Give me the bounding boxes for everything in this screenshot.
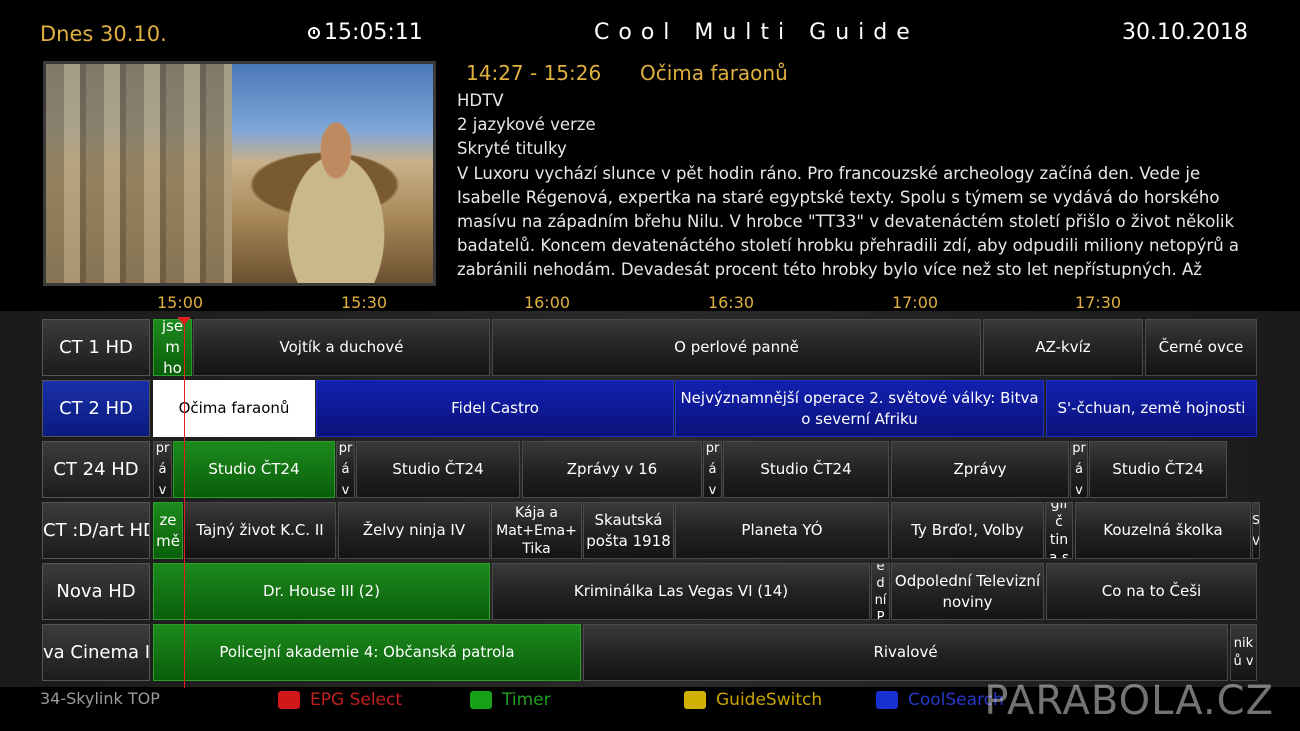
event-cell[interactable]: Ty Brďo!, Volby (891, 502, 1044, 559)
program-details: HDTV 2 jazykové verze Skryté titulky V L… (457, 89, 1257, 283)
timeline-tick: 16:00 (523, 293, 571, 312)
epg-grid: CT 1 HD jsem ho Vojtík a duchové O perlo… (0, 311, 1300, 687)
event-cell[interactable]: Kája a Mat+Ema+ Tika (491, 502, 582, 559)
event-cell[interactable]: pr áv (1070, 441, 1088, 498)
event-cell[interactable]: ed ní P (871, 563, 890, 620)
event-cell[interactable]: Skautská pošta 1918 (583, 502, 674, 559)
clock: 15:05:11 (308, 20, 423, 45)
event-cell-selected[interactable]: Očima faraonů (153, 380, 315, 437)
guide-title: Cool Multi Guide (594, 20, 919, 45)
timeline-tick: 16:30 (707, 293, 755, 312)
provider-label: 34-Skylink TOP (40, 689, 160, 708)
channel-ctdart[interactable]: CT :D/art HD (42, 502, 150, 559)
event-cell[interactable]: AZ-kvíz (983, 319, 1143, 376)
now-marker-icon (177, 317, 191, 325)
blue-key-icon (876, 691, 898, 709)
event-cell[interactable]: Černé ovce (1145, 319, 1257, 376)
event-cell[interactable]: nik ů v (1230, 624, 1257, 681)
today-label: Dnes 30.10. (40, 22, 167, 46)
event-cell[interactable]: Tajný život K.C. II (184, 502, 336, 559)
event-cell[interactable]: Studio ČT24 (173, 441, 335, 498)
event-cell[interactable]: S'-čchuan, země hojnosti (1046, 380, 1257, 437)
channel-ct1hd[interactable]: CT 1 HD (42, 319, 150, 376)
event-cell[interactable]: pr áv (336, 441, 355, 498)
epg-select-button[interactable]: EPG Select (278, 690, 402, 710)
timeline-tick: 17:00 (891, 293, 939, 312)
red-key-icon (278, 691, 300, 709)
watermark: PARABOLA.CZ (984, 678, 1274, 724)
event-cell[interactable]: Policejní akademie 4: Občanská patrola (153, 624, 581, 681)
program-format: HDTV (457, 91, 504, 110)
preview-ruins (46, 64, 232, 283)
guideswitch-label: GuideSwitch (716, 690, 823, 710)
event-cell[interactable]: Studio ČT24 (723, 441, 889, 498)
current-date: 30.10.2018 (1122, 20, 1248, 45)
clock-time: 15:05:11 (324, 20, 423, 45)
epg-select-label: EPG Select (310, 690, 403, 710)
timer-button[interactable]: Timer (470, 690, 551, 710)
program-time: 14:27 - 15:26 (466, 61, 602, 85)
channel-ct24hd[interactable]: CT 24 HD (42, 441, 150, 498)
event-cell[interactable]: Studio ČT24 (1089, 441, 1227, 498)
timer-label: Timer (502, 690, 551, 710)
event-cell[interactable]: Planeta YÓ (675, 502, 889, 559)
event-cell[interactable]: Zprávy (891, 441, 1069, 498)
event-cell[interactable]: Co na to Češi (1046, 563, 1257, 620)
now-indicator (184, 318, 185, 688)
green-key-icon (470, 691, 492, 709)
event-cell[interactable]: Kouzelná školka (1075, 502, 1251, 559)
event-cell[interactable]: O perlové panně (492, 319, 981, 376)
channel-novacinema[interactable]: va Cinema I (42, 624, 150, 681)
event-cell[interactable]: Nejvýznamnější operace 2. světové války:… (675, 380, 1044, 437)
event-cell[interactable]: ze mě (153, 502, 183, 559)
event-cell[interactable]: Rivalové (583, 624, 1228, 681)
video-preview (43, 61, 436, 286)
timeline-tick: 15:30 (340, 293, 388, 312)
event-cell[interactable]: Želvy ninja IV (338, 502, 490, 559)
event-cell[interactable]: pr áv (153, 441, 172, 498)
program-languages: 2 jazykové verze (457, 115, 596, 135)
event-cell[interactable]: Zprávy v 16 (522, 441, 702, 498)
event-cell[interactable]: Studio ČT24 (356, 441, 520, 498)
event-cell[interactable]: glič tin a s (1045, 502, 1073, 559)
timeline-tick: 15:00 (156, 293, 204, 312)
channel-ct2hd[interactable]: CT 2 HD (42, 380, 150, 437)
event-cell[interactable]: jsem ho (153, 319, 192, 376)
guideswitch-button[interactable]: GuideSwitch (684, 690, 822, 710)
event-cell[interactable]: Dr. House III (2) (153, 563, 490, 620)
event-cell[interactable]: Fidel Castro (316, 380, 674, 437)
preview-presenter (261, 112, 411, 283)
event-cell[interactable]: Kriminálka Las Vegas VI (14) (492, 563, 870, 620)
timeline-tick: 17:30 (1074, 293, 1122, 312)
clock-icon (308, 26, 320, 39)
program-title: Očima faraonů (640, 61, 788, 85)
event-cell[interactable]: pr áv (703, 441, 722, 498)
event-cell[interactable]: Odpolední Televizní noviny (891, 563, 1044, 620)
channel-novahd[interactable]: Nova HD (42, 563, 150, 620)
program-description: V Luxoru vychází slunce v pět hodin ráno… (457, 163, 1240, 280)
event-cell[interactable]: S V (1252, 502, 1260, 559)
yellow-key-icon (684, 691, 706, 709)
event-cell[interactable]: Vojtík a duchové (193, 319, 490, 376)
program-subtitles: Skryté titulky (457, 139, 567, 159)
